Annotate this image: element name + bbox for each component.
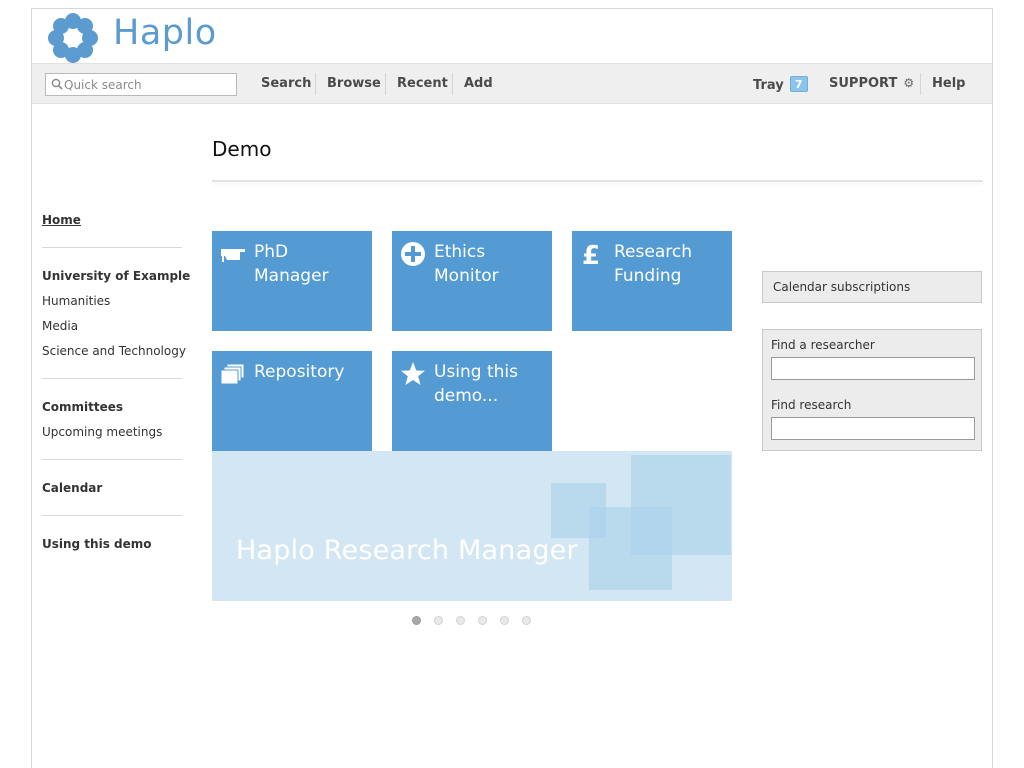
carousel-dot[interactable] — [412, 616, 421, 625]
carousel-dot[interactable] — [456, 616, 465, 625]
tile-label: Ethics Monitor — [434, 242, 499, 286]
carousel-dot[interactable] — [478, 616, 487, 625]
tile-phd-manager[interactable]: PhD Manager — [212, 231, 372, 331]
sidebar-item-using-demo[interactable]: Using this demo — [42, 537, 152, 551]
calendar-subscriptions-button[interactable]: Calendar subscriptions — [762, 271, 982, 303]
tile-ethics-monitor[interactable]: Ethics Monitor — [392, 231, 552, 331]
tile-label: Using this demo... — [434, 362, 519, 406]
tray-label: Tray — [753, 78, 784, 93]
sidebar-item-committees[interactable]: Committees — [42, 400, 123, 414]
sidebar-item-calendar[interactable]: Calendar — [42, 481, 102, 495]
nav-help[interactable]: Help — [932, 76, 965, 91]
pound-sign-icon: £ — [582, 241, 600, 267]
page-frame: Haplo Search Browse Recent Add Tray 7 SUP… — [31, 8, 993, 768]
banner-text: Haplo Research Manager — [236, 535, 578, 566]
carousel-dot[interactable] — [500, 616, 509, 625]
logo-text[interactable]: Haplo — [113, 13, 217, 53]
find-panel: Find a researcher Find research — [762, 329, 982, 451]
carousel-dot[interactable] — [434, 616, 443, 625]
nav-recent[interactable]: Recent — [397, 76, 448, 91]
title-divider — [212, 180, 983, 182]
find-research-input[interactable] — [771, 417, 975, 440]
tile-using-demo[interactable]: Using this demo... — [392, 351, 552, 451]
carousel-dot[interactable] — [522, 616, 531, 625]
sidebar-divider — [42, 515, 182, 516]
nav-divider — [315, 73, 316, 95]
nav-divider — [452, 73, 453, 95]
haplo-flower-logo[interactable] — [47, 12, 99, 64]
nav-add[interactable]: Add — [464, 76, 493, 91]
sidebar-divider — [42, 378, 182, 379]
find-research-label: Find research — [771, 398, 852, 412]
carousel-banner[interactable]: Haplo Research Manager — [212, 451, 732, 601]
sidebar-item-meetings[interactable]: Upcoming meetings — [42, 425, 162, 439]
find-researcher-label: Find a researcher — [771, 338, 875, 352]
gear-icon: ⚙ — [903, 76, 915, 90]
nav-support[interactable]: SUPPORT ⚙ — [829, 76, 914, 91]
sidebar-item-science[interactable]: Science and Technology — [42, 344, 186, 358]
quick-search-input[interactable] — [64, 75, 234, 94]
navbar: Search Browse Recent Add Tray7 SUPPORT⚙ … — [32, 63, 992, 104]
svg-text:£: £ — [582, 241, 600, 267]
tile-label: Research Funding — [614, 242, 692, 286]
tile-research-funding[interactable]: £ Research Funding — [572, 231, 732, 331]
support-label: SUPPORT — [829, 76, 898, 91]
nav-browse[interactable]: Browse — [327, 76, 381, 91]
plus-circle-icon — [401, 242, 425, 266]
sidebar-item-media[interactable]: Media — [42, 319, 78, 333]
graduation-cap-icon — [221, 249, 245, 262]
star-icon — [401, 362, 425, 385]
sidebar-item-university[interactable]: University of Example — [42, 269, 190, 283]
header: Haplo — [32, 9, 992, 63]
sidebar-divider — [42, 459, 182, 460]
page-title: Demo — [212, 137, 272, 161]
tile-repository[interactable]: Repository — [212, 351, 372, 451]
find-researcher-input[interactable] — [771, 357, 975, 380]
search-icon — [51, 78, 63, 90]
sidebar-divider — [42, 247, 182, 248]
tile-label: PhD Manager — [254, 242, 329, 286]
nav-search[interactable]: Search — [261, 76, 311, 91]
banner-decoration — [589, 507, 672, 590]
tile-label: Repository — [254, 362, 345, 382]
quick-search-box[interactable] — [45, 73, 237, 96]
nav-divider — [385, 73, 386, 95]
nav-tray[interactable]: Tray 7 — [753, 76, 808, 93]
sidebar-item-home[interactable]: Home — [42, 213, 81, 227]
folders-icon — [220, 363, 245, 385]
tray-count-badge: 7 — [789, 76, 808, 92]
sidebar-item-humanities[interactable]: Humanities — [42, 294, 110, 308]
nav-divider — [920, 73, 921, 95]
